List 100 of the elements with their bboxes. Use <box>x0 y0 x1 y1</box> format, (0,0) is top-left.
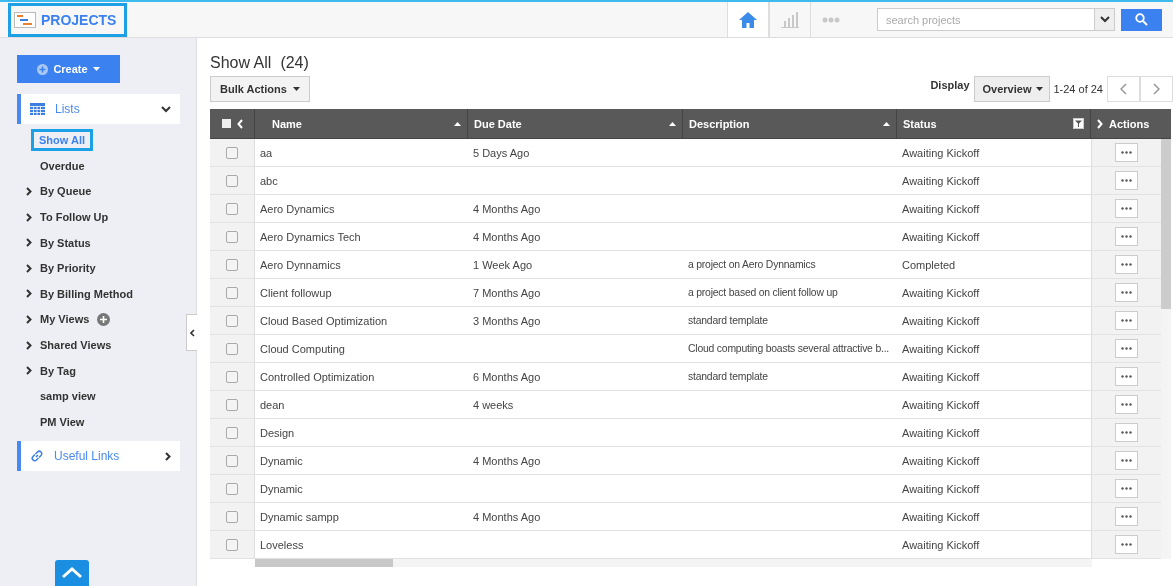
table-cell: Awaiting Kickoff <box>902 146 980 159</box>
table-cell: 4 weeks <box>473 398 514 411</box>
more-icon <box>1121 431 1132 434</box>
row-checkbox[interactable] <box>226 230 238 243</box>
scroll-top-button[interactable] <box>55 560 89 586</box>
chevron-left-icon <box>189 328 195 337</box>
row-actions-button[interactable] <box>1115 311 1138 330</box>
row-actions-button[interactable] <box>1115 535 1138 554</box>
table-cell: Awaiting Kickoff <box>902 230 980 243</box>
sidebar-item[interactable]: By Tag <box>40 361 76 380</box>
table-cell: Cloud computing boasts several attractive b... <box>688 343 890 354</box>
chevron-right-icon <box>26 340 32 350</box>
nav-tab[interactable] <box>727 2 769 37</box>
display-dropdown[interactable]: Overview <box>973 76 1051 102</box>
table-cell: standard template <box>688 315 768 326</box>
more-icon <box>1121 347 1132 350</box>
useful-links-header[interactable]: Useful Links <box>17 441 180 472</box>
sidebar-item[interactable]: By Status <box>40 233 91 252</box>
row-actions-button[interactable] <box>1115 507 1138 526</box>
scrollbar[interactable] <box>1161 139 1171 559</box>
table-cell: Awaiting Kickoff <box>902 314 980 327</box>
row-checkbox[interactable] <box>226 286 238 299</box>
row-checkbox[interactable] <box>226 342 238 355</box>
sidebar-item[interactable]: PM View <box>40 412 85 431</box>
sidebar-item[interactable]: To Follow Up <box>40 208 109 227</box>
table-cell: Awaiting Kickoff <box>902 538 980 551</box>
row-actions-button[interactable] <box>1115 171 1138 190</box>
select-all-checkbox[interactable] <box>221 119 231 128</box>
row-actions-button[interactable] <box>1115 255 1138 274</box>
table-cell: Awaiting Kickoff <box>902 510 980 523</box>
row-actions-button[interactable] <box>1115 283 1138 302</box>
more-icon <box>1121 403 1132 406</box>
column-header[interactable]: Status <box>897 109 1091 138</box>
row-actions-button[interactable] <box>1115 227 1138 246</box>
row-actions-button[interactable] <box>1115 199 1138 218</box>
chevron-left-icon[interactable] <box>236 118 243 129</box>
filter-icon[interactable] <box>1073 118 1084 129</box>
sidebar-item[interactable]: By Priority <box>40 259 96 278</box>
row-checkbox[interactable] <box>226 454 238 467</box>
table-cell: Awaiting Kickoff <box>902 482 980 495</box>
plus-circle-icon[interactable] <box>97 312 111 326</box>
row-checkbox[interactable] <box>226 314 238 327</box>
row-actions-button[interactable] <box>1115 143 1138 162</box>
table-cell: Awaiting Kickoff <box>902 370 980 383</box>
sidebar-item[interactable]: My Views <box>40 310 90 329</box>
lists-header[interactable]: Lists <box>17 94 180 124</box>
bulk-actions-button[interactable]: Bulk Actions <box>210 76 310 102</box>
column-header[interactable]: Description <box>683 109 897 138</box>
row-checkbox[interactable] <box>226 258 238 271</box>
table-cell: a project based on client follow up <box>688 287 838 298</box>
column-header[interactable]: Due Date <box>468 109 683 138</box>
table-cell: Awaiting Kickoff <box>902 202 980 215</box>
sidebar-item[interactable]: Overdue <box>40 156 85 175</box>
sidebar-item[interactable]: Shared Views <box>40 336 112 355</box>
scrollbar[interactable] <box>255 559 1092 567</box>
row-checkbox[interactable] <box>226 174 238 187</box>
search-dropdown-button[interactable] <box>1094 8 1115 31</box>
chevron-right-icon <box>26 212 32 222</box>
item-count: (24) <box>280 54 309 72</box>
row-actions-button[interactable] <box>1115 479 1138 498</box>
table-cell: 6 Months Ago <box>473 370 541 383</box>
table-cell: 7 Months Ago <box>473 286 541 299</box>
row-checkbox[interactable] <box>226 538 238 551</box>
table-cell: Dynamic sampp <box>260 510 339 523</box>
chevron-right-icon <box>26 289 32 299</box>
row-checkbox[interactable] <box>226 398 238 411</box>
row-checkbox[interactable] <box>226 146 238 159</box>
chevron-up-icon <box>61 567 83 579</box>
collapse-sidebar-button[interactable] <box>186 314 197 351</box>
table-cell: 1 Week Ago <box>473 258 533 271</box>
more-icon <box>1121 151 1132 154</box>
row-checkbox[interactable] <box>226 370 238 383</box>
more-icon <box>1121 375 1132 378</box>
column-header[interactable]: Name <box>255 109 468 138</box>
row-actions-button[interactable] <box>1115 423 1138 442</box>
table-cell: Awaiting Kickoff <box>902 426 980 439</box>
search-button[interactable] <box>1121 8 1162 31</box>
chevron-right-icon <box>1153 83 1160 95</box>
link-icon <box>30 449 44 464</box>
more-icon <box>1121 319 1132 322</box>
table-cell: Client followup <box>260 286 332 299</box>
sidebar-item[interactable]: samp view <box>40 387 96 406</box>
chevron-right-icon[interactable] <box>1097 118 1103 129</box>
row-actions-button[interactable] <box>1115 339 1138 358</box>
caret-icon <box>1036 87 1044 91</box>
row-actions-button[interactable] <box>1115 395 1138 414</box>
row-checkbox[interactable] <box>226 202 238 215</box>
create-button[interactable]: Create <box>17 55 120 83</box>
row-checkbox[interactable] <box>226 482 238 495</box>
table-cell: aa <box>260 146 273 159</box>
sidebar-item[interactable]: By Queue <box>40 182 92 201</box>
table-icon <box>30 103 45 115</box>
row-actions-button[interactable] <box>1115 451 1138 470</box>
gantt-icon <box>14 11 36 28</box>
row-actions-button[interactable] <box>1115 367 1138 386</box>
row-checkbox[interactable] <box>226 510 238 523</box>
search-field[interactable]: search projects <box>877 8 1094 31</box>
row-checkbox[interactable] <box>226 426 238 439</box>
sidebar-item[interactable]: By Billing Method <box>40 284 133 303</box>
more-icon <box>822 16 840 23</box>
